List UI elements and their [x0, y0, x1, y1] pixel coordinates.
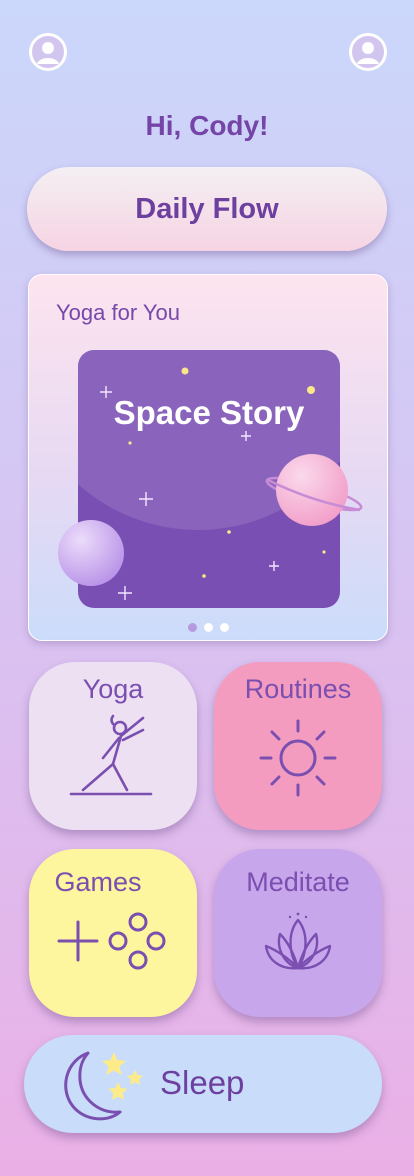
yoga-label: Yoga [82, 674, 144, 704]
purple-planet-icon [58, 520, 124, 586]
daily-flow-label: Daily Flow [135, 192, 279, 225]
sun-icon [259, 719, 337, 797]
carousel-dot-1[interactable] [188, 623, 197, 632]
carousel-indicator[interactable] [188, 623, 229, 632]
profile-avatar-icon [357, 42, 379, 64]
greeting-title: Hi, Cody! [145, 110, 269, 141]
profile-button-right[interactable] [349, 33, 387, 71]
gamepad-icon [57, 912, 166, 970]
sleep-label: Sleep [160, 1064, 245, 1101]
meditate-label: Meditate [246, 867, 350, 897]
lotus-icon [264, 912, 332, 970]
profile-button-left[interactable] [29, 33, 67, 71]
carousel-dot-3[interactable] [220, 623, 229, 632]
carousel-dot-2[interactable] [204, 623, 213, 632]
daily-flow-button[interactable]: Daily Flow [27, 167, 387, 251]
routines-label: Routines [244, 674, 352, 704]
profile-avatar-icon [37, 42, 59, 64]
games-label: Games [54, 867, 142, 897]
yoga-pose-icon [69, 714, 153, 796]
card-title: Yoga for You [56, 300, 180, 325]
story-title: Space Story [113, 394, 305, 431]
moon-stars-icon [64, 1051, 143, 1121]
ringed-planet-icon [265, 454, 363, 526]
